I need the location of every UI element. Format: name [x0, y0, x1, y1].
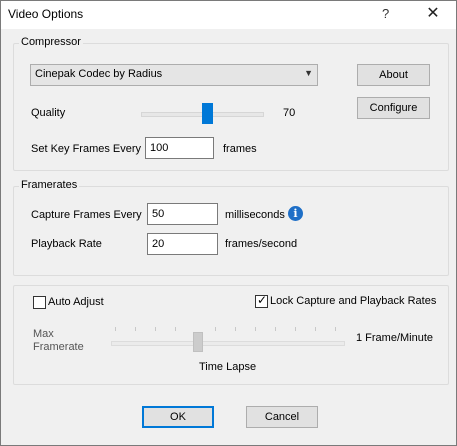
lock-rates-checkbox[interactable]: ✓ [255, 293, 268, 308]
checkmark-icon: ✓ [257, 293, 268, 307]
playback-input[interactable]: 20 [147, 233, 218, 255]
lock-rates-label[interactable]: Lock Capture and Playback Rates [270, 295, 436, 307]
compressor-legend: Compressor [19, 36, 83, 48]
timelapse-tick [335, 327, 336, 331]
keyframes-input[interactable]: 100 [145, 137, 214, 159]
timelapse-tick [215, 327, 216, 331]
quality-label: Quality [31, 107, 66, 119]
min-framerate-label: 1 Frame/Minute [356, 332, 434, 344]
quality-slider-thumb[interactable] [202, 103, 213, 124]
capture-label: Capture Frames Every [31, 209, 142, 221]
timelapse-tick [315, 327, 316, 331]
timelapse-tick [235, 327, 236, 331]
codec-select[interactable]: Cinepak Codec by Radius ▼ [30, 64, 318, 86]
info-icon[interactable]: i [288, 206, 303, 221]
timelapse-tick [295, 327, 296, 331]
help-icon[interactable]: ? [382, 6, 389, 21]
close-icon[interactable]: ✕ [421, 3, 445, 25]
codec-value: Cinepak Codec by Radius [35, 68, 163, 80]
timelapse-caption: Time Lapse [199, 361, 257, 373]
max-framerate-label-line1: Max [33, 328, 54, 340]
max-framerate-label-line2: Framerate [33, 341, 84, 353]
timelapse-tick [115, 327, 116, 331]
dialog-title: Video Options [8, 7, 84, 21]
timelapse-slider-thumb [193, 332, 203, 352]
capture-unit: milliseconds [225, 209, 285, 221]
cancel-button[interactable]: Cancel [246, 406, 318, 428]
configure-button[interactable]: Configure [357, 97, 430, 119]
playback-label: Playback Rate [31, 238, 102, 250]
timelapse-tick [255, 327, 256, 331]
about-button[interactable]: About [357, 64, 430, 86]
framerates-group [13, 186, 449, 276]
timelapse-tick [275, 327, 276, 331]
video-options-dialog: Video Options ? ✕ Compressor Cinepak Cod… [0, 0, 457, 446]
timelapse-tick [175, 327, 176, 331]
quality-value: 70 [283, 107, 296, 119]
ok-button[interactable]: OK [142, 406, 214, 428]
keyframes-unit: frames [223, 143, 257, 155]
capture-input[interactable]: 50 [147, 203, 218, 225]
keyframes-label: Set Key Frames Every [31, 143, 142, 155]
timelapse-tick [135, 327, 136, 331]
chevron-down-icon: ▼ [304, 68, 313, 78]
auto-adjust-label[interactable]: Auto Adjust [48, 296, 104, 308]
auto-adjust-checkbox[interactable] [33, 296, 46, 309]
playback-unit: frames/second [225, 238, 298, 250]
framerates-legend: Framerates [19, 179, 80, 191]
title-bar: Video Options ? ✕ [1, 1, 456, 29]
timelapse-slider-track [111, 341, 345, 346]
timelapse-tick [155, 327, 156, 331]
